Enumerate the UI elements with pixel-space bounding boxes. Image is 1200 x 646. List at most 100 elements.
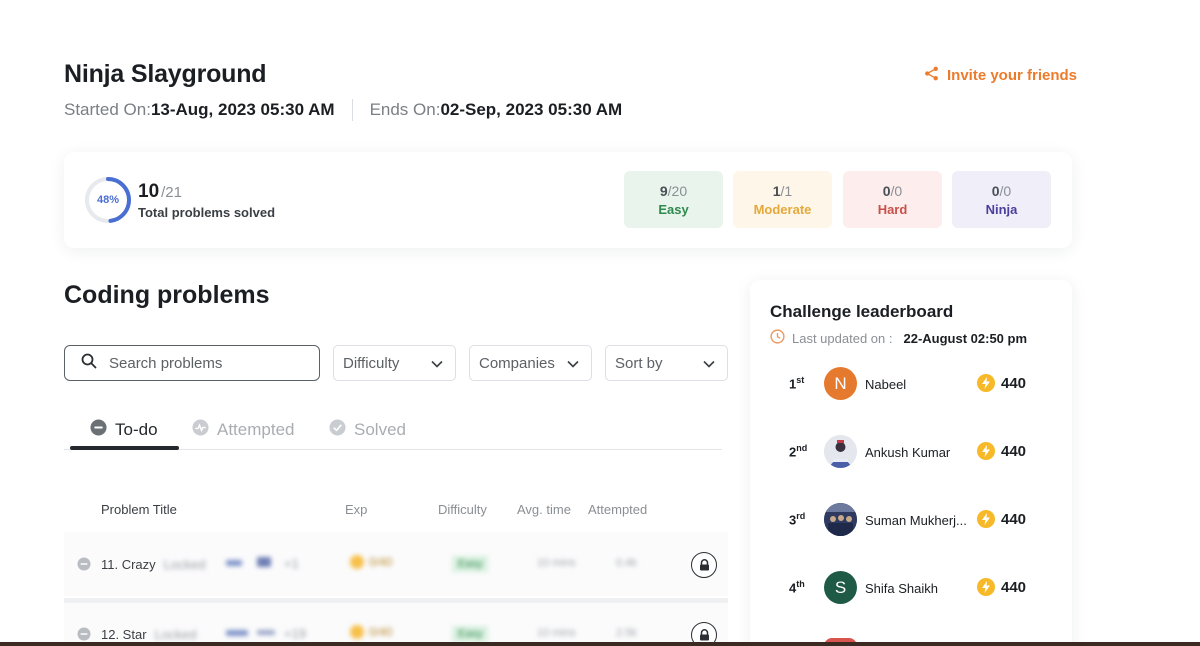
- difficulty-hard-box[interactable]: 0/0 Hard: [843, 171, 942, 228]
- leaderboard-name[interactable]: Suman Mukherj...: [865, 513, 967, 528]
- coding-problems-title: Coding problems: [64, 281, 270, 309]
- problem-title[interactable]: 12. Star Locked: [101, 627, 196, 642]
- progress-percent: 48%: [96, 194, 120, 206]
- difficulty-badge: Easy: [452, 626, 489, 642]
- exp-badge: 0/40: [350, 555, 392, 569]
- leaderboard-title: Challenge leaderboard: [770, 302, 954, 321]
- column-attempted: Attempted: [588, 502, 648, 517]
- leaderboard-score: 440: [977, 442, 1026, 460]
- avatar[interactable]: S: [824, 571, 857, 604]
- difficulty-hard-count: 0/0: [882, 182, 903, 199]
- avatar[interactable]: [824, 503, 857, 536]
- avatar[interactable]: N: [824, 367, 857, 400]
- profile-photo: [824, 503, 857, 536]
- share-icon: [924, 66, 939, 85]
- tab-solved[interactable]: Solved: [329, 419, 406, 441]
- avg-time: 10 mins: [537, 627, 576, 639]
- exp-badge: 0/40: [350, 625, 392, 639]
- difficulty-hard-label: Hard: [877, 201, 908, 217]
- column-difficulty: Difficulty: [438, 502, 487, 517]
- avg-time: 10 mins: [537, 557, 576, 569]
- started-value: 13-Aug, 2023 05:30 AM: [150, 100, 335, 119]
- difficulty-ninja-label: Ninja: [985, 201, 1018, 217]
- lightning-icon: [977, 510, 995, 528]
- started-label: Started On:: [64, 100, 151, 119]
- leaderboard-name[interactable]: Ankush Kumar: [865, 445, 950, 460]
- leaderboard-name[interactable]: Shifa Shaikh: [865, 581, 938, 596]
- leaderboard-updated: Last updated on : 22-August 02:50 pm: [770, 329, 1027, 347]
- difficulty-easy-count: 9/20: [659, 182, 688, 199]
- pulse-circle-icon: [192, 419, 209, 441]
- tab-attempted-label: Attempted: [217, 420, 295, 439]
- invite-friends-label: Invite your friends: [947, 67, 1078, 84]
- company-logo: [226, 560, 242, 566]
- problem-title-text: 12. Star: [101, 627, 147, 642]
- column-problem-title: Problem Title: [101, 502, 177, 517]
- search-placeholder: Search problems: [109, 354, 223, 372]
- lightning-icon: [977, 442, 995, 460]
- column-avg-time: Avg. time: [517, 502, 571, 517]
- sort-by-dropdown[interactable]: Sort by: [605, 345, 728, 381]
- rank-number: 4th: [789, 579, 805, 596]
- lock-icon[interactable]: [691, 552, 717, 578]
- problem-title-text: 11. Crazy: [101, 557, 156, 572]
- solved-count: 10 /21: [138, 181, 182, 203]
- rank-number: 2nd: [789, 443, 808, 460]
- attempted-count: 0.4k: [616, 557, 637, 569]
- difficulty-easy-box[interactable]: 9/20 Easy: [624, 171, 723, 228]
- updated-value: 22-August 02:50 pm: [903, 330, 1028, 346]
- tab-todo[interactable]: To-do: [90, 419, 158, 441]
- leaderboard-name[interactable]: Nabeel: [865, 377, 906, 392]
- ends-label: Ends On:: [369, 100, 441, 119]
- lightning-icon: [977, 374, 995, 392]
- window-bottom-edge: [0, 642, 1200, 646]
- avatar[interactable]: [824, 435, 857, 468]
- profile-photo: [824, 435, 857, 468]
- attempted-count: 2.5k: [616, 627, 637, 639]
- companies-filter-dropdown[interactable]: Companies: [469, 345, 592, 381]
- leaderboard-score: 440: [977, 374, 1026, 392]
- problem-title[interactable]: 11. Crazy Locked: [101, 557, 206, 572]
- check-circle-icon: [329, 419, 346, 441]
- companies-filter-label: Companies: [479, 354, 555, 372]
- ends-value: 02-Sep, 2023 05:30 AM: [440, 100, 623, 119]
- difficulty-ninja-box[interactable]: 0/0 Ninja: [952, 171, 1051, 228]
- solved-total: /21: [161, 184, 182, 201]
- difficulty-filter-label: Difficulty: [343, 354, 400, 372]
- companies-more: +1: [284, 556, 299, 571]
- difficulty-easy-label: Easy: [658, 201, 689, 217]
- solved-number: 10: [138, 181, 160, 202]
- tab-attempted[interactable]: Attempted: [192, 419, 295, 441]
- search-icon: [81, 353, 97, 374]
- coin-icon: [350, 555, 364, 569]
- company-logo: [257, 557, 271, 567]
- lightning-icon: [977, 578, 995, 596]
- page-title: Ninja Slayground: [64, 60, 267, 88]
- challenge-dates: Started On: 13-Aug, 2023 05:30 AM Ends O…: [64, 99, 622, 121]
- invite-friends-link[interactable]: Invite your friends: [924, 66, 1077, 85]
- company-logo: [257, 630, 275, 635]
- tab-solved-label: Solved: [354, 420, 406, 439]
- coin-icon: [350, 625, 364, 639]
- tab-todo-label: To-do: [115, 420, 158, 439]
- date-divider: [351, 99, 353, 121]
- difficulty-filter-dropdown[interactable]: Difficulty: [333, 345, 456, 381]
- minus-circle-icon: [77, 557, 91, 576]
- sort-by-label: Sort by: [615, 354, 663, 372]
- active-tab-indicator: [70, 446, 179, 450]
- companies-more: +19: [284, 626, 307, 641]
- minus-circle-icon: [90, 419, 107, 441]
- rank-number: 3rd: [789, 511, 806, 528]
- difficulty-moderate-box[interactable]: 1/1 Moderate: [733, 171, 832, 228]
- chevron-down-icon: [431, 355, 443, 372]
- clock-icon: [770, 329, 785, 347]
- leaderboard-score: 440: [977, 578, 1026, 596]
- rank-number: 1st: [789, 375, 805, 392]
- difficulty-badge: Easy: [452, 556, 489, 572]
- difficulty-moderate-label: Moderate: [753, 201, 812, 217]
- chevron-down-icon: [567, 355, 579, 372]
- difficulty-moderate-count: 1/1: [772, 182, 793, 199]
- search-input[interactable]: Search problems: [64, 345, 320, 381]
- problem-title-hidden: Locked: [163, 557, 206, 572]
- column-exp: Exp: [345, 502, 368, 517]
